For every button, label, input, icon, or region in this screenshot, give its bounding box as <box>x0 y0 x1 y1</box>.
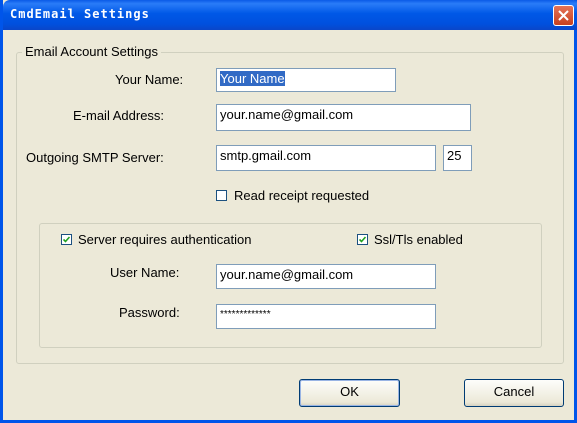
username-input[interactable]: your.name@gmail.com <box>216 264 436 289</box>
your-name-value: Your Name <box>220 71 285 86</box>
ssl-tls-label[interactable]: Ssl/Tls enabled <box>374 232 463 247</box>
password-label: Password: <box>119 305 180 320</box>
read-receipt-checkbox[interactable] <box>216 190 227 201</box>
checkmark-icon <box>63 236 70 243</box>
server-auth-label[interactable]: Server requires authentication <box>78 232 251 247</box>
smtp-server-input[interactable]: smtp.gmail.com <box>216 145 436 171</box>
username-label: User Name: <box>110 265 180 280</box>
ssl-tls-checkbox[interactable] <box>357 234 368 245</box>
window-title: CmdEmail Settings <box>10 7 150 21</box>
checkmark-icon <box>359 236 366 243</box>
your-name-label: Your Name: <box>115 72 184 87</box>
read-receipt-label[interactable]: Read receipt requested <box>234 188 369 203</box>
email-address-input[interactable]: your.name@gmail.com <box>216 104 471 131</box>
close-button[interactable] <box>553 5 574 26</box>
smtp-server-label: Outgoing SMTP Server: <box>26 150 164 165</box>
smtp-port-input[interactable]: 25 <box>443 145 472 171</box>
ok-button[interactable]: OK <box>299 379 400 407</box>
close-icon <box>558 10 569 21</box>
your-name-input[interactable]: Your Name <box>216 68 396 92</box>
title-bar[interactable]: CmdEmail Settings <box>3 0 577 30</box>
settings-dialog: CmdEmail Settings Email Account Settings… <box>0 0 577 423</box>
cancel-button[interactable]: Cancel <box>464 379 564 407</box>
server-auth-checkbox[interactable] <box>61 234 72 245</box>
email-address-label: E-mail Address: <box>73 108 165 123</box>
password-input[interactable]: ************* <box>216 304 436 329</box>
email-account-legend: Email Account Settings <box>22 44 161 59</box>
